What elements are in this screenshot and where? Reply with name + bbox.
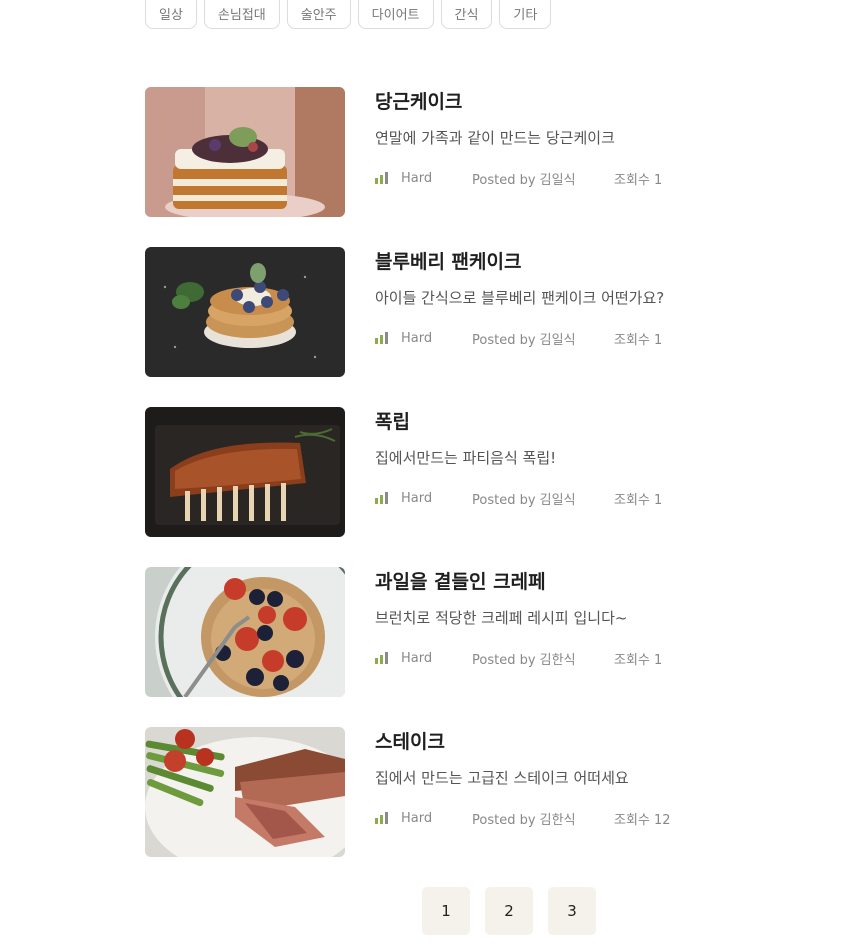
recipe-description: 아이들 간식으로 블루베리 팬케이크 어떤가요?: [375, 289, 665, 307]
category-tag-snack[interactable]: 간식: [440, 0, 493, 29]
recipe-level: Hard: [375, 491, 472, 506]
difficulty-bars-icon: [375, 332, 392, 344]
recipe-item[interactable]: 블루베리 팬케이크 아이들 간식으로 블루베리 팬케이크 어떤가요? Hard …: [145, 247, 705, 377]
recipe-level: Hard: [375, 331, 472, 346]
recipe-thumbnail-pork-ribs[interactable]: [145, 407, 345, 537]
recipe-meta: Hard Posted by 김일식 조회수 1: [375, 489, 663, 508]
pagination: 1 2 3: [422, 887, 596, 935]
difficulty-bars-icon: [375, 492, 392, 504]
recipe-item[interactable]: 스테이크 집에서 만드는 고급진 스테이크 어떠세요 Hard Posted b…: [145, 727, 705, 857]
recipe-views: 조회수 1: [614, 332, 663, 348]
recipe-author: Posted by 김한식: [472, 652, 576, 668]
recipe-description: 집에서만드는 파티음식 폭립!: [375, 449, 557, 467]
recipe-description: 연말에 가족과 같이 만드는 당근케이크: [375, 129, 615, 147]
recipe-description: 브런치로 적당한 크레페 레시피 입니다~: [375, 609, 628, 627]
page-button-3[interactable]: 3: [548, 887, 596, 935]
category-tags: 일상 손님접대 술안주 다이어트 간식 기타: [145, 0, 552, 29]
recipe-thumbnail-blueberry-pancake[interactable]: [145, 247, 345, 377]
recipe-level-label: Hard: [401, 170, 433, 186]
difficulty-bars-icon: [375, 812, 392, 824]
recipe-item[interactable]: 당근케이크 연말에 가족과 같이 만드는 당근케이크 Hard Posted b…: [145, 87, 705, 217]
recipe-level: Hard: [375, 651, 472, 666]
category-tag-other[interactable]: 기타: [499, 0, 552, 29]
recipe-views: 조회수 1: [614, 492, 663, 508]
recipe-description: 집에서 만드는 고급진 스테이크 어떠세요: [375, 769, 629, 787]
recipe-views: 조회수 1: [614, 172, 663, 188]
recipe-title[interactable]: 폭립: [375, 409, 662, 435]
recipe-author: Posted by 김일식: [472, 492, 576, 508]
recipe-thumbnail-steak[interactable]: [145, 727, 345, 857]
recipe-level-label: Hard: [401, 810, 433, 826]
recipe-level: Hard: [375, 171, 472, 186]
recipe-title[interactable]: 스테이크: [375, 729, 671, 755]
category-tag-daily[interactable]: 일상: [145, 0, 197, 29]
recipe-meta: Hard Posted by 김일식 조회수 1: [375, 329, 664, 348]
difficulty-bars-icon: [375, 172, 392, 184]
page-button-2[interactable]: 2: [485, 887, 533, 935]
recipe-meta: Hard Posted by 김일식 조회수 1: [375, 169, 663, 188]
recipe-author: Posted by 김일식: [472, 332, 576, 348]
recipe-level-label: Hard: [401, 330, 433, 346]
difficulty-bars-icon: [375, 652, 392, 664]
recipe-thumbnail-carrot-cake[interactable]: [145, 87, 345, 217]
recipe-item[interactable]: 과일을 곁들인 크레페 브런치로 적당한 크레페 레시피 입니다~ Hard P…: [145, 567, 705, 697]
recipe-meta: Hard Posted by 김한식 조회수 1: [375, 649, 663, 668]
recipe-list: 당근케이크 연말에 가족과 같이 만드는 당근케이크 Hard Posted b…: [145, 87, 705, 887]
recipe-item[interactable]: 폭립 집에서만드는 파티음식 폭립! Hard Posted by 김일식 조회…: [145, 407, 705, 537]
recipe-thumbnail-fruit-crepe[interactable]: [145, 567, 345, 697]
recipe-title[interactable]: 블루베리 팬케이크: [375, 249, 664, 275]
category-tag-snacks-with-drinks[interactable]: 술안주: [286, 0, 351, 29]
recipe-title[interactable]: 당근케이크: [375, 89, 662, 115]
category-tag-diet[interactable]: 다이어트: [357, 0, 434, 29]
recipe-meta: Hard Posted by 김한식 조회수 12: [375, 809, 671, 828]
recipe-author: Posted by 김한식: [472, 812, 576, 828]
recipe-level-label: Hard: [401, 490, 433, 506]
page-button-1[interactable]: 1: [422, 887, 470, 935]
recipe-level: Hard: [375, 811, 472, 826]
recipe-views: 조회수 12: [614, 812, 671, 828]
recipe-level-label: Hard: [401, 650, 433, 666]
recipe-author: Posted by 김일식: [472, 172, 576, 188]
recipe-title[interactable]: 과일을 곁들인 크레페: [375, 569, 662, 595]
recipe-views: 조회수 1: [614, 652, 663, 668]
category-tag-guests[interactable]: 손님접대: [203, 0, 280, 29]
